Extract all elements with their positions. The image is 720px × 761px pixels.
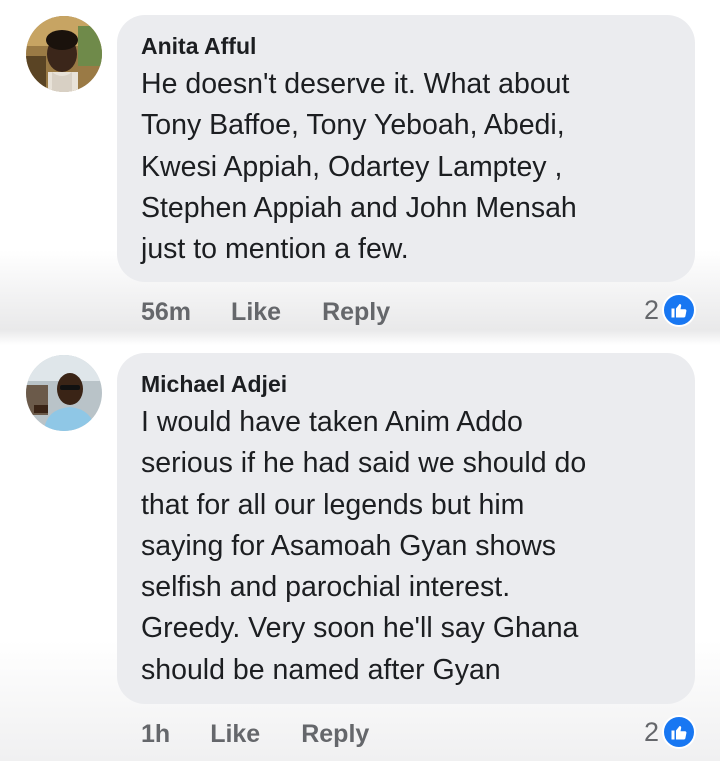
comment-timestamp[interactable]: 1h [141,720,170,749]
comment-bubble: Anita Afful He doesn't deserve it. What … [117,15,695,282]
comment-text: He doesn't deserve it. What about Tony B… [141,68,577,266]
comment-author[interactable]: Anita Afful [141,31,671,61]
avatar[interactable] [26,16,102,92]
thumbs-up-icon [662,715,696,749]
reply-button[interactable]: Reply [301,720,369,749]
comment-timestamp[interactable]: 56m [141,298,191,327]
reaction-count: 2 [643,716,659,747]
thumbs-up-icon [662,293,696,327]
comment-actions: 1h Like Reply [141,716,369,752]
comment-text: I would have taken Anim Addo serious if … [141,406,587,686]
like-button[interactable]: Like [210,720,260,749]
comment: Michael Adjei I would have taken Anim Ad… [0,345,720,761]
comment: Anita Afful He doesn't deserve it. What … [0,0,720,345]
reply-button[interactable]: Reply [322,298,390,327]
reaction-summary[interactable]: 2 [644,714,696,750]
comment-author[interactable]: Michael Adjei [141,369,671,399]
like-button[interactable]: Like [231,298,281,327]
reaction-summary[interactable]: 2 [644,292,696,328]
avatar[interactable] [26,355,102,431]
comment-bubble: Michael Adjei I would have taken Anim Ad… [117,353,695,704]
reaction-count: 2 [643,294,659,325]
profile-photo-icon [26,355,102,431]
profile-photo-icon [26,16,102,92]
comment-actions: 56m Like Reply [141,294,390,330]
